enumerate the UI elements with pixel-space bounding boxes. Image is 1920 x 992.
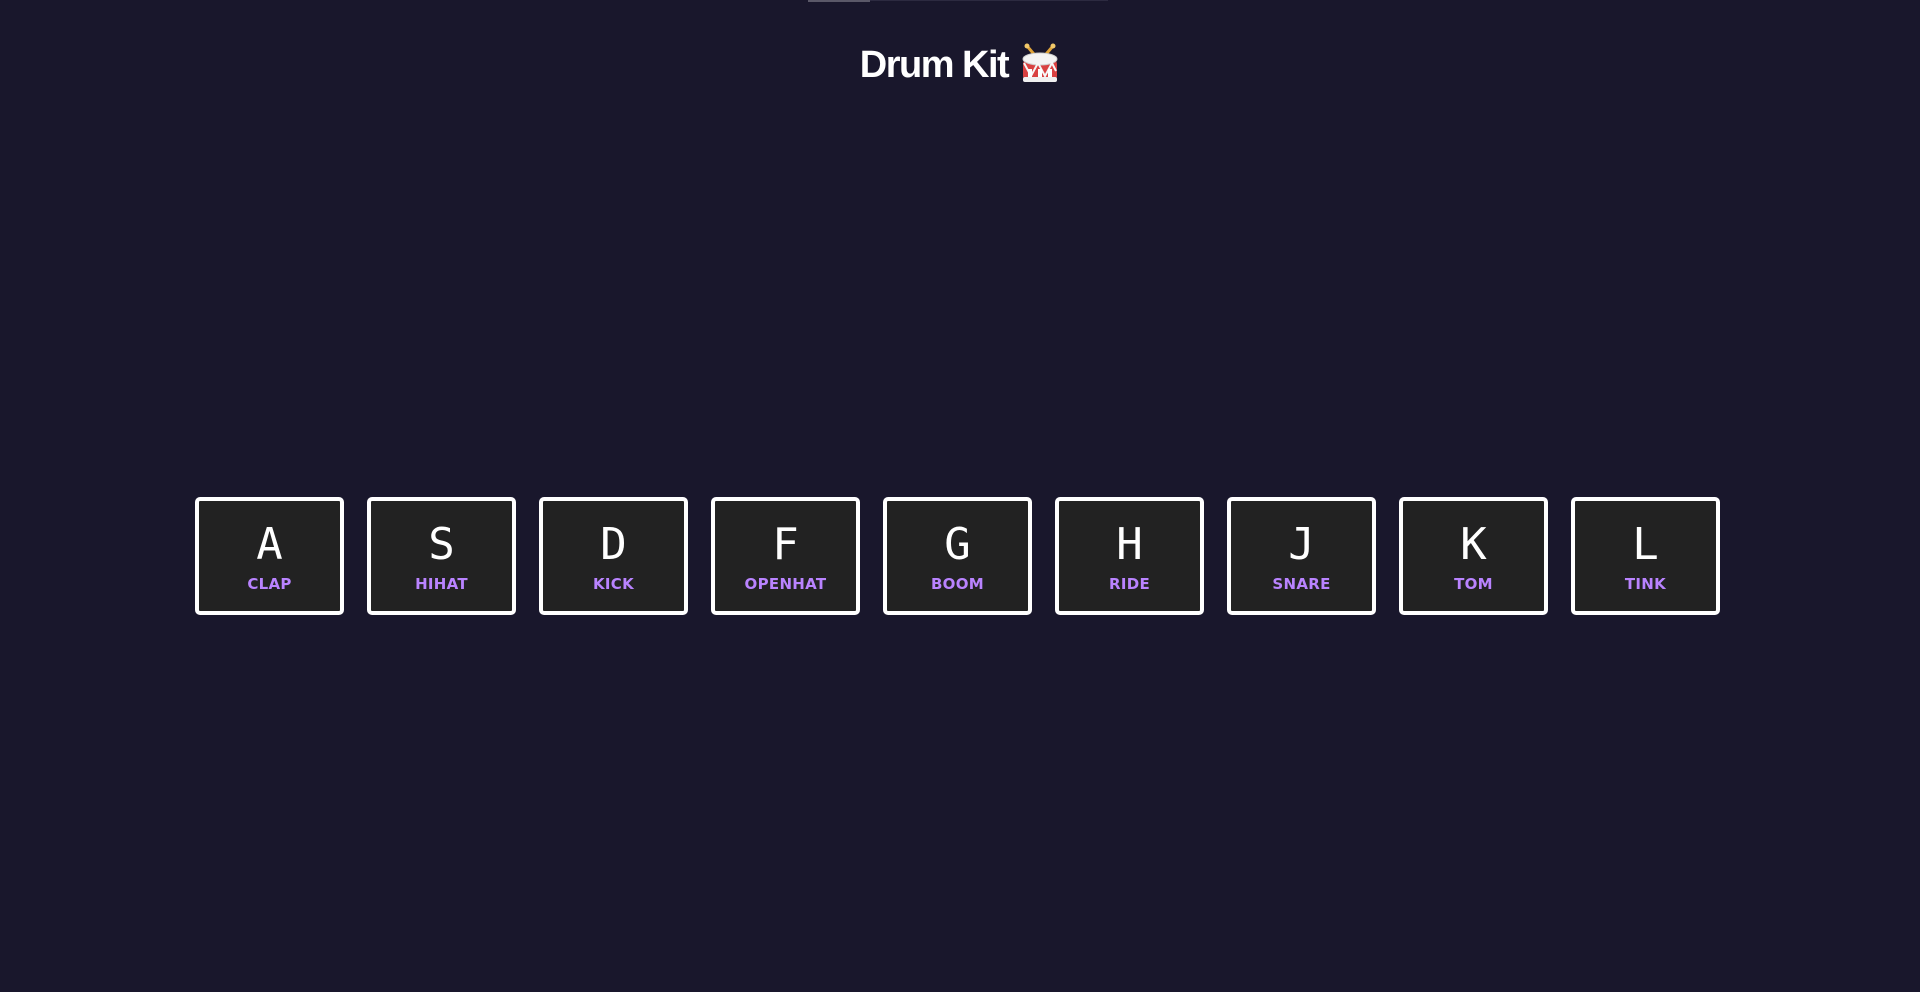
key-tom[interactable]: K tom (1399, 497, 1548, 615)
key-openhat[interactable]: F openhat (711, 497, 860, 615)
drum-icon (1020, 43, 1060, 87)
drum-kit-page: Drum Kit A clap (0, 0, 1920, 992)
key-letter: K (1460, 519, 1487, 570)
key-boom[interactable]: G boom (883, 497, 1032, 615)
key-ride[interactable]: H ride (1055, 497, 1204, 615)
key-letter: F (772, 519, 799, 570)
key-letter: J (1288, 519, 1315, 570)
key-tink[interactable]: L tink (1571, 497, 1720, 615)
key-letter: G (944, 519, 971, 570)
key-sound-label: snare (1272, 575, 1331, 593)
key-sound-label: clap (247, 575, 292, 593)
key-letter: S (428, 519, 455, 570)
drum-keys: A clap S hihat D kick F openhat G boom H… (195, 497, 1720, 615)
key-sound-label: openhat (744, 575, 827, 593)
page-title: Drum Kit (859, 44, 1010, 86)
key-sound-label: kick (592, 575, 635, 593)
key-letter: L (1632, 519, 1659, 570)
key-sound-label: tink (1624, 575, 1667, 593)
header: Drum Kit (0, 40, 1920, 90)
key-sound-label: boom (930, 575, 985, 593)
key-sound-label: hihat (415, 575, 468, 593)
key-hihat[interactable]: S hihat (367, 497, 516, 615)
key-snare[interactable]: J snare (1227, 497, 1376, 615)
key-letter: D (600, 519, 627, 570)
key-sound-label: ride (1108, 575, 1151, 593)
top-divider-accent (808, 0, 870, 2)
key-kick[interactable]: D kick (539, 497, 688, 615)
key-clap[interactable]: A clap (195, 497, 344, 615)
key-letter: H (1116, 519, 1143, 570)
key-letter: A (256, 519, 283, 570)
key-sound-label: tom (1454, 575, 1493, 593)
